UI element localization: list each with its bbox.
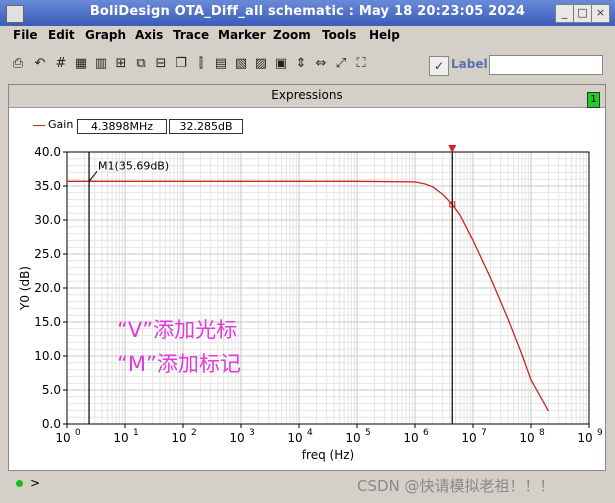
legend-frequency: 4.3898MHz	[77, 119, 167, 134]
columns-icon[interactable]: ▤	[213, 56, 229, 72]
x-tick-exponent: 1	[133, 428, 139, 438]
y-axis-label: Y0 (dB)	[18, 266, 32, 311]
x-tick-exponent: 4	[307, 428, 313, 438]
minimize-button[interactable]: _	[555, 4, 574, 23]
x-axis-label: freq (Hz)	[302, 448, 354, 462]
hatch-icon[interactable]: ▧	[233, 56, 249, 72]
y-tick-label: 0.0	[42, 417, 61, 431]
y-tick-label: 30.0	[34, 213, 61, 227]
y-tick-label: 5.0	[42, 383, 61, 397]
command-prompt[interactable]: >	[30, 476, 40, 490]
x-tick-exponent: 9	[597, 428, 603, 438]
grid-icon[interactable]: #	[53, 56, 69, 72]
x-tick-label: 10	[577, 431, 592, 445]
x-tick-exponent: 0	[75, 428, 81, 438]
graph-panel: Expressions 1 Gain 4.3898MHz 32.285dB 0.…	[8, 84, 606, 471]
status-indicator-icon	[16, 480, 23, 487]
gain-chart[interactable]: 0.0 5.0 10.0 15.0 20.0 25.0 30.0 35.0 40.0 10 0 10 1…	[9, 140, 605, 500]
y-tick-label: 15.0	[34, 315, 61, 329]
label-checkbox[interactable]: ✓	[429, 56, 449, 76]
fit-icon[interactable]: ⤢	[333, 56, 349, 72]
x-tick-label: 10	[403, 431, 418, 445]
menu-axis[interactable]: Axis	[135, 28, 163, 42]
menu-bar: File Edit Graph Axis Trace Marker Zoom T…	[0, 26, 615, 46]
expressions-badge[interactable]: 1	[587, 92, 600, 108]
close-button[interactable]: ×	[591, 4, 610, 23]
x-tick-exponent: 7	[481, 428, 487, 438]
title-bar: BoliDesign OTA_Diff_all schematic : May …	[0, 0, 615, 26]
y-tick-label: 20.0	[34, 281, 61, 295]
menu-edit[interactable]: Edit	[48, 28, 75, 42]
x-tick-exponent: 5	[365, 428, 371, 438]
calculator-icon[interactable]: ▣	[273, 56, 289, 72]
undo-icon[interactable]: ↶	[32, 56, 48, 72]
x-tick-label: 10	[171, 431, 186, 445]
x-tick-label: 10	[461, 431, 476, 445]
grid-fine-icon[interactable]: ▦	[73, 56, 89, 72]
label-caption: Label	[451, 57, 488, 71]
maximize-button[interactable]: □	[573, 4, 592, 23]
hatch-alt-icon[interactable]: ▨	[253, 56, 269, 72]
menu-graph[interactable]: Graph	[85, 28, 126, 42]
watermark: CSDN @快请模拟老祖！！！	[357, 477, 555, 495]
legend-swatch	[33, 125, 45, 126]
y-tick-label: 25.0	[34, 247, 61, 261]
zoom-x-icon[interactable]: ⇔	[313, 56, 329, 72]
label-input[interactable]	[489, 55, 603, 75]
menu-trace[interactable]: Trace	[173, 28, 209, 42]
expressions-bar: Expressions 1	[9, 85, 605, 108]
x-tick-label: 10	[113, 431, 128, 445]
x-tick-label: 10	[229, 431, 244, 445]
marker-m1-label: M1(35.69dB)	[98, 159, 169, 172]
annotation-text: “M”添加标记	[117, 352, 241, 376]
annotation-text: “V”添加光标	[117, 318, 237, 342]
menu-zoom[interactable]: Zoom	[273, 28, 311, 42]
x-tick-exponent: 8	[539, 428, 545, 438]
expressions-title[interactable]: Expressions	[9, 88, 605, 102]
zoom-y-icon[interactable]: ⇕	[293, 56, 309, 72]
legend-name[interactable]: Gain	[48, 118, 73, 131]
menu-tools[interactable]: Tools	[322, 28, 356, 42]
x-tick-label: 10	[55, 431, 70, 445]
x-tick-label: 10	[287, 431, 302, 445]
menu-file[interactable]: File	[13, 28, 38, 42]
y-tick-label: 35.0	[34, 179, 61, 193]
strip-icon[interactable]: ▥	[93, 56, 109, 72]
legend-value: 32.285dB	[169, 119, 243, 134]
x-tick-exponent: 6	[423, 428, 429, 438]
export-icon[interactable]: ⧉	[133, 56, 149, 72]
x-tick-exponent: 2	[191, 428, 197, 438]
menu-help[interactable]: Help	[369, 28, 400, 42]
layout-icon[interactable]: ⊟	[153, 56, 169, 72]
bars-icon[interactable]: ⫿	[193, 56, 209, 72]
window-title: BoliDesign OTA_Diff_all schematic : May …	[89, 4, 526, 19]
x-tick-label: 10	[345, 431, 360, 445]
y-tick-label: 10.0	[34, 349, 61, 363]
x-tick-exponent: 3	[249, 428, 255, 438]
zoom-box-icon[interactable]: ⛶	[353, 56, 369, 72]
copy-icon[interactable]: ❐	[173, 56, 189, 72]
x-tick-label: 10	[519, 431, 534, 445]
split-icon[interactable]: ⊞	[113, 56, 129, 72]
y-tick-label: 40.0	[34, 145, 61, 159]
menu-marker[interactable]: Marker	[218, 28, 266, 42]
print-icon[interactable]: ⎙	[10, 56, 26, 72]
